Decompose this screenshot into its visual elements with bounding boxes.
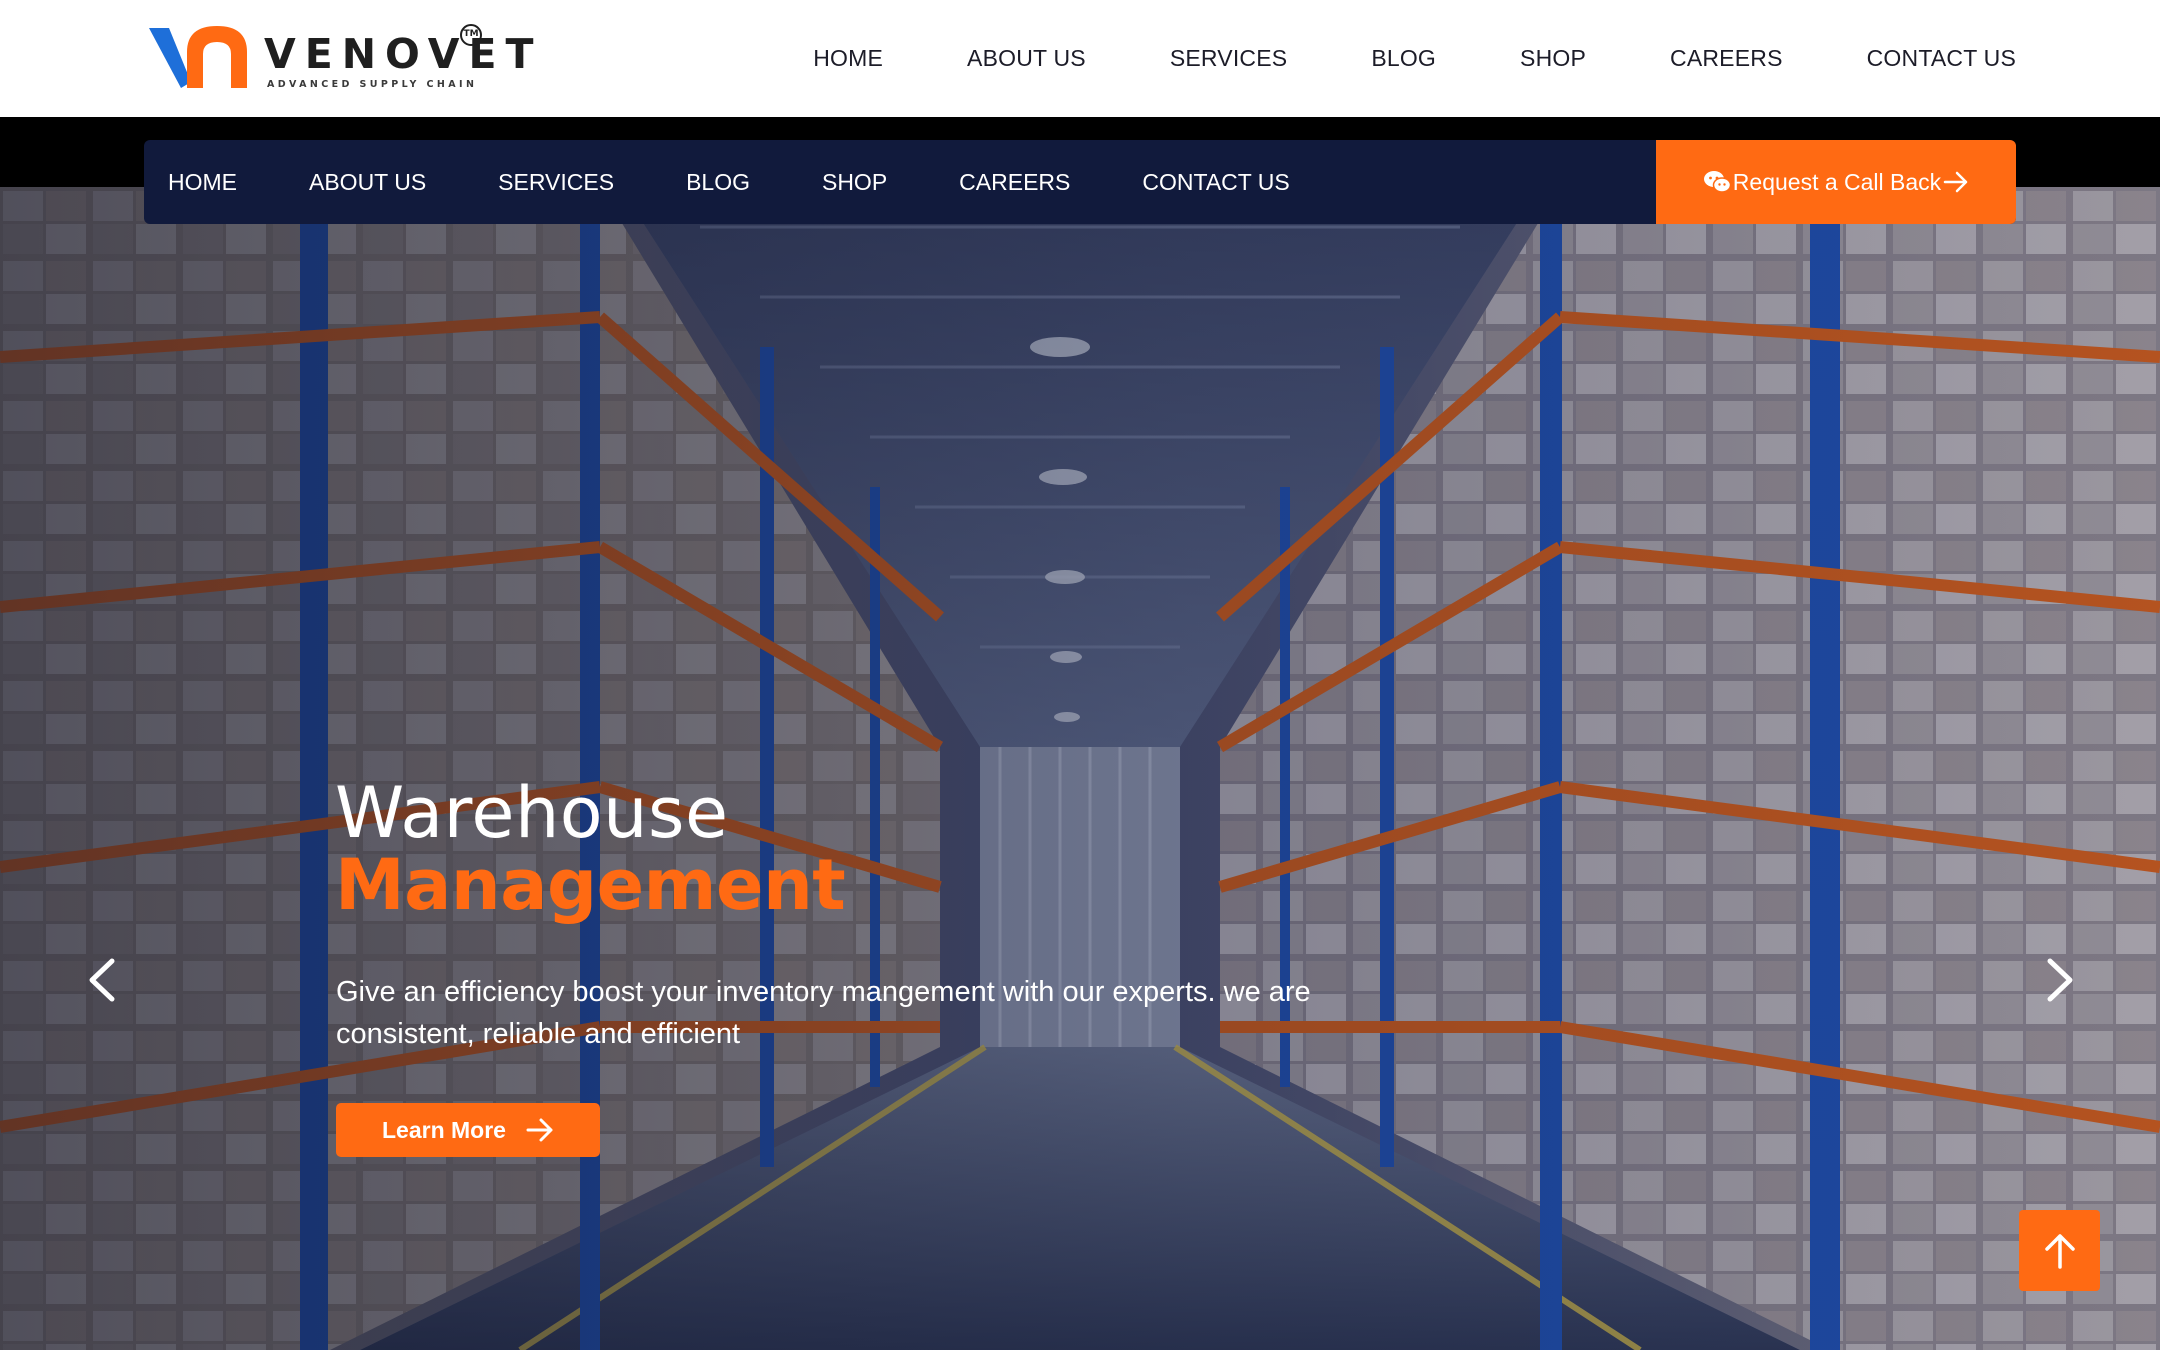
nav-services[interactable]: SERVICES bbox=[498, 169, 614, 196]
brand-name: VENOVET bbox=[264, 30, 543, 78]
top-nav-shop[interactable]: SHOP bbox=[1520, 45, 1586, 72]
top-nav-contact[interactable]: CONTACT US bbox=[1867, 45, 2016, 72]
site-header: VENOVET TM ADVANCED SUPPLY CHAIN HOME AB… bbox=[0, 0, 2160, 117]
trademark-badge: TM bbox=[460, 24, 482, 46]
nav-blog[interactable]: BLOG bbox=[686, 169, 750, 196]
arrow-right-icon bbox=[1943, 171, 1968, 193]
main-nav-bar: HOME ABOUT US SERVICES BLOG SHOP CAREERS… bbox=[144, 140, 2016, 224]
hero-title-line1: Warehouse bbox=[335, 772, 729, 854]
arrow-right-icon bbox=[526, 1118, 553, 1142]
request-call-back-label: Request a Call Back bbox=[1732, 168, 1942, 195]
hero-dark-overlay bbox=[0, 187, 2160, 1350]
nav-contact[interactable]: CONTACT US bbox=[1142, 169, 1289, 196]
learn-more-button[interactable]: Learn More bbox=[336, 1103, 600, 1157]
learn-more-label: Learn More bbox=[382, 1116, 506, 1143]
nav-home[interactable]: HOME bbox=[168, 169, 237, 196]
slider-prev-button[interactable] bbox=[78, 955, 128, 1005]
hero-slider: Warehouse Management Give an efficiency … bbox=[0, 117, 2160, 1350]
main-nav-links: HOME ABOUT US SERVICES BLOG SHOP CAREERS… bbox=[168, 140, 1290, 224]
top-nav-blog[interactable]: BLOG bbox=[1371, 45, 1436, 72]
hero-description: Give an efficiency boost your inventory … bbox=[336, 976, 1311, 1050]
chevron-left-icon bbox=[89, 958, 115, 1002]
slider-next-button[interactable] bbox=[2034, 955, 2084, 1005]
nav-about[interactable]: ABOUT US bbox=[309, 169, 426, 196]
top-nav-services[interactable]: SERVICES bbox=[1170, 45, 1288, 72]
scroll-to-top-button[interactable] bbox=[2019, 1210, 2100, 1291]
wechat-icon bbox=[1703, 171, 1731, 193]
nav-shop[interactable]: SHOP bbox=[822, 169, 887, 196]
logo-mark-icon bbox=[149, 26, 247, 88]
hero-title-line2: Management bbox=[335, 844, 846, 926]
top-nav: HOME ABOUT US SERVICES BLOG SHOP CAREERS… bbox=[813, 42, 2016, 74]
request-call-back-button[interactable]: Request a Call Back bbox=[1656, 140, 2016, 224]
chevron-right-icon bbox=[2047, 958, 2073, 1002]
arrow-up-icon bbox=[2044, 1233, 2075, 1269]
nav-careers[interactable]: CAREERS bbox=[959, 169, 1070, 196]
top-nav-about[interactable]: ABOUT US bbox=[967, 45, 1086, 72]
brand-logo[interactable]: VENOVET TM ADVANCED SUPPLY CHAIN bbox=[147, 22, 534, 94]
top-nav-careers[interactable]: CAREERS bbox=[1670, 45, 1783, 72]
top-nav-home[interactable]: HOME bbox=[813, 45, 883, 72]
brand-tagline: ADVANCED SUPPLY CHAIN bbox=[267, 79, 478, 90]
